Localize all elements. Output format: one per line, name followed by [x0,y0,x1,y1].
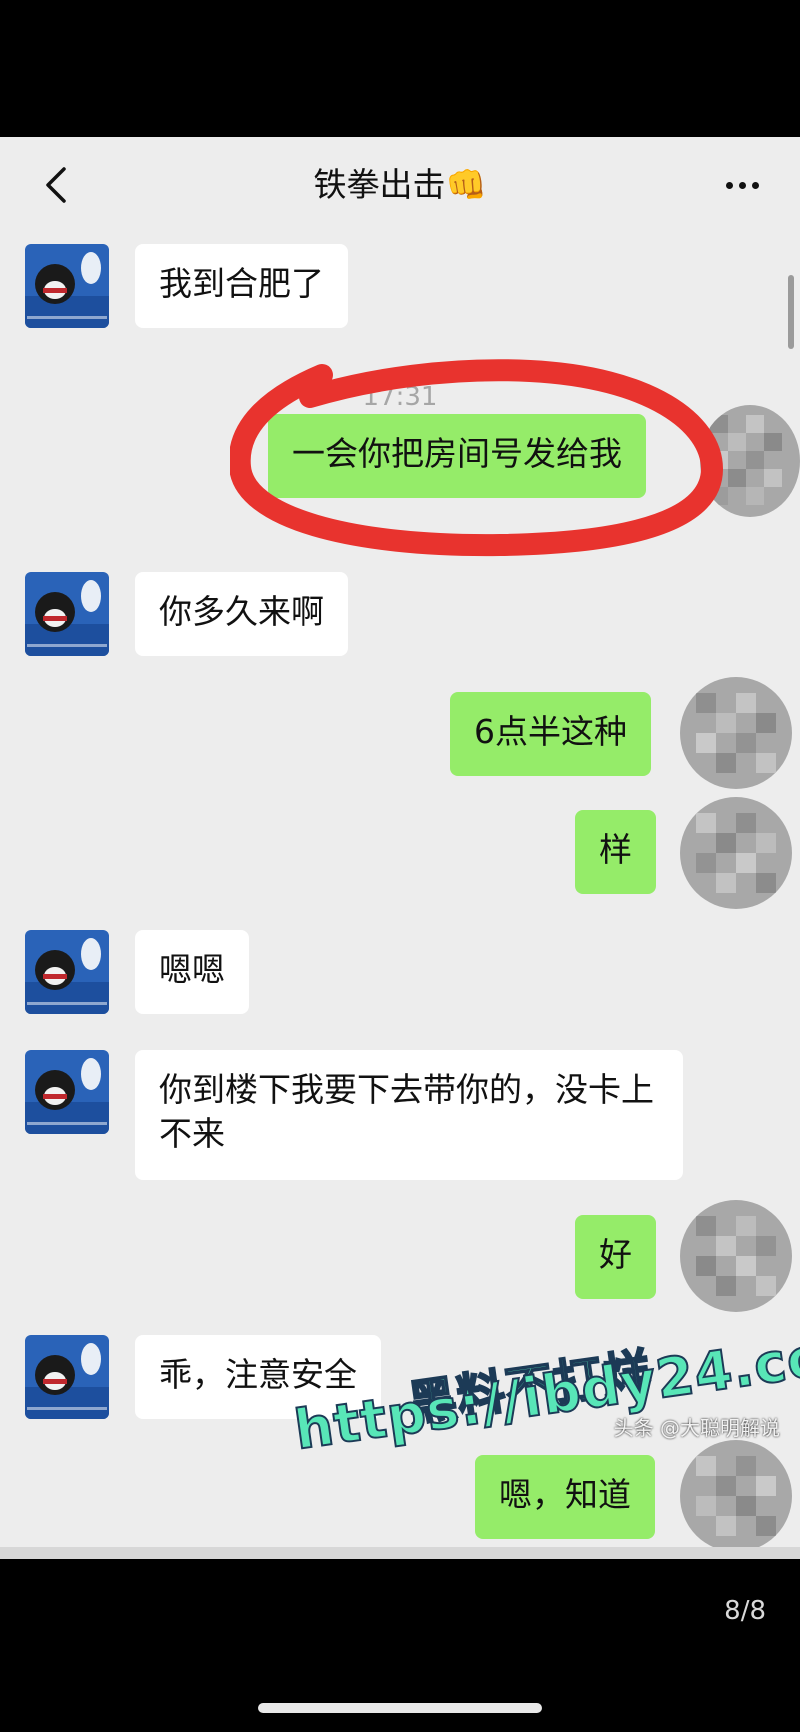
message-bubble-incoming[interactable]: 我到合肥了 [135,244,348,328]
user-avatar[interactable] [680,1440,792,1552]
cropped-message-strip [0,1547,800,1559]
contact-avatar[interactable] [25,930,109,1014]
message-bubble-outgoing[interactable]: 6点半这种 [450,692,651,776]
message-bubble-outgoing[interactable]: 样 [575,810,656,894]
chat-title: 铁拳出击👊 [313,165,487,204]
scrollbar[interactable] [788,275,794,349]
home-indicator[interactable] [258,1703,542,1713]
chat-screen: 铁拳出击👊 我到合肥了 17:31 一会你把房间号发给我 你多久来啊 6点半这种… [0,137,800,1559]
page-counter: 8/8 [724,1596,766,1626]
more-dots-icon [725,181,733,189]
message-bubble-outgoing[interactable]: 好 [575,1215,656,1299]
message-bubble-outgoing[interactable]: 嗯，知道 [475,1455,655,1539]
message-bubble-incoming[interactable]: 你多久来啊 [135,572,348,656]
contact-avatar[interactable] [25,572,109,656]
user-avatar[interactable] [700,405,800,517]
contact-avatar[interactable] [25,1050,109,1134]
user-avatar[interactable] [680,1200,792,1312]
user-avatar[interactable] [680,677,792,789]
contact-avatar[interactable] [25,244,109,328]
user-avatar[interactable] [680,797,792,909]
more-button[interactable] [720,167,764,203]
source-credit: 头条 @大聪明解说 [613,1416,780,1440]
message-bubble-outgoing[interactable]: 一会你把房间号发给我 [268,414,646,498]
message-bubble-incoming[interactable]: 你到楼下我要下去带你的，没卡上不来 [135,1050,683,1180]
title-bar: 铁拳出击👊 [0,137,800,233]
contact-avatar[interactable] [25,1335,109,1419]
message-timestamp: 17:31 [362,382,438,412]
message-bubble-incoming[interactable]: 嗯嗯 [135,930,249,1014]
